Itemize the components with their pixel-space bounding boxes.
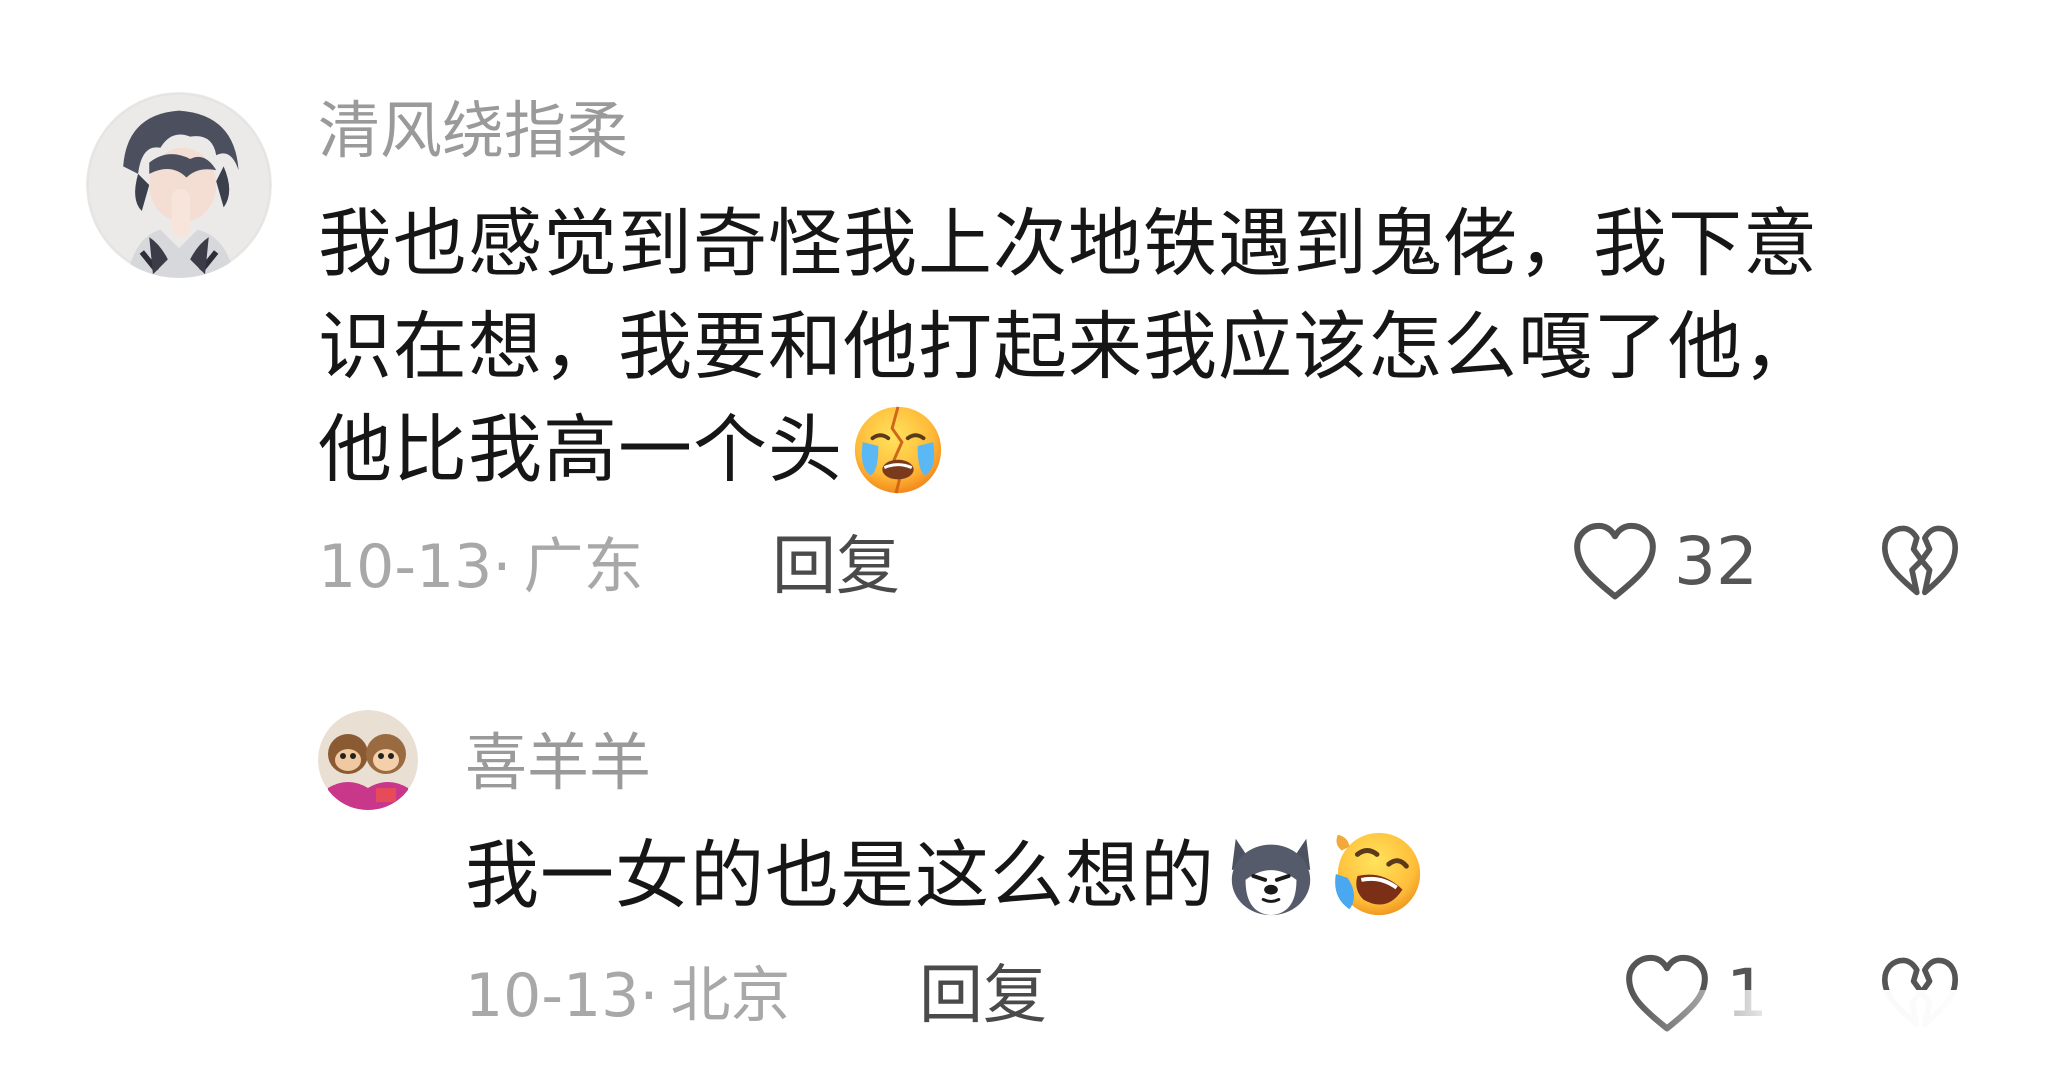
comment-text: 我也感觉到奇怪我上次地铁遇到鬼佬，我下意 识在想，我要和他打起来我应该怎么嘎了他…: [318, 193, 1818, 503]
reply-button[interactable]: 回复: [772, 535, 900, 599]
meta-separator: ·: [639, 961, 659, 1031]
heart-icon[interactable]: [1572, 522, 1658, 602]
reply-button[interactable]: 回复: [919, 964, 1047, 1028]
comment-text: 我一女的也是这么想的: [465, 825, 1427, 929]
comment-meta: 10-13· 广东: [318, 537, 643, 597]
like-count: 32: [1674, 523, 1758, 600]
avatar[interactable]: [318, 710, 418, 810]
watermark-fade: [1631, 990, 2051, 1080]
meta-separator: ·: [492, 532, 512, 602]
broken-heart-icon[interactable]: [1880, 522, 1960, 602]
comment-line: 识在想，我要和他打起来我应该怎么嘎了他，: [318, 304, 1818, 390]
anime-boy-avatar-image: [86, 92, 272, 278]
like-group: 32: [1572, 522, 1758, 602]
rolling-laughing-face-icon: [1327, 825, 1427, 923]
comment-date: 10-13: [465, 961, 640, 1031]
username[interactable]: 喜羊羊: [465, 732, 651, 794]
loudly-crying-broken-face-icon: [849, 399, 947, 497]
avatar[interactable]: [86, 92, 272, 278]
comment-location: 北京: [670, 961, 791, 1031]
husky-dog-face-icon: [1221, 825, 1321, 923]
comment-meta: 10-13· 北京: [465, 966, 790, 1026]
comment-line: 我也感觉到奇怪我上次地铁遇到鬼佬，我下意: [318, 201, 1818, 287]
comment-line: 我一女的也是这么想的: [465, 825, 1427, 929]
monkey-dolls-avatar-image: [318, 710, 418, 810]
comment-date: 10-13: [318, 532, 493, 602]
comment-line: 他比我高一个头: [318, 399, 1818, 503]
username[interactable]: 清风绕指柔: [318, 100, 628, 162]
comment-location: 广东: [523, 532, 644, 602]
